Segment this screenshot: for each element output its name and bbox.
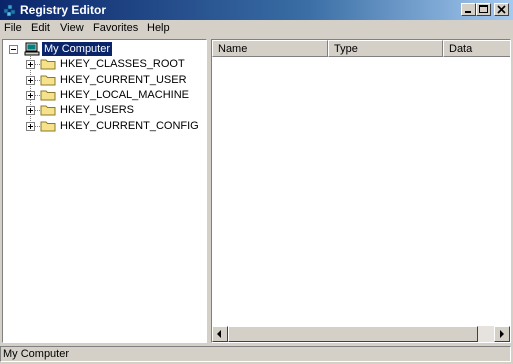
plus-expander-icon[interactable] xyxy=(26,91,35,100)
arrow-left-icon xyxy=(217,330,221,338)
menu-edit[interactable]: Edit xyxy=(31,22,50,34)
title-bar[interactable]: Registry Editor xyxy=(0,0,513,20)
column-header-name[interactable]: Name xyxy=(212,40,328,57)
folder-icon xyxy=(40,89,56,101)
menu-file[interactable]: File xyxy=(4,22,22,34)
tree-key-label: HKEY_CURRENT_USER xyxy=(60,74,187,86)
tree-item-hkey-current-user[interactable]: HKEY_CURRENT_USER xyxy=(3,73,203,87)
key-tree-pane[interactable]: My Computer HKEY_CLASSES_ROOT HKEY_CURRE… xyxy=(2,39,207,343)
tree-item-hkey-current-config[interactable]: HKEY_CURRENT_CONFIG xyxy=(3,119,203,133)
my-computer-icon xyxy=(24,42,40,56)
tree-key-label: HKEY_CLASSES_ROOT xyxy=(60,58,185,70)
close-button[interactable] xyxy=(494,3,509,16)
tree-item-hkey-classes-root[interactable]: HKEY_CLASSES_ROOT xyxy=(3,57,203,71)
values-list-pane[interactable]: Name Type Data xyxy=(211,39,511,343)
column-header-type[interactable]: Type xyxy=(328,40,443,57)
registry-editor-window: Registry Editor File Edit View Favorites… xyxy=(0,0,513,364)
folder-icon xyxy=(40,104,56,116)
registry-editor-icon xyxy=(3,3,17,17)
minus-expander-icon[interactable] xyxy=(9,45,18,54)
tree-root-label: My Computer xyxy=(40,41,114,57)
scroll-left-button[interactable] xyxy=(212,326,228,342)
status-bar: My Computer xyxy=(0,344,513,364)
tree-item-hkey-users[interactable]: HKEY_USERS xyxy=(3,103,203,117)
tree-key-label: HKEY_USERS xyxy=(60,104,134,116)
folder-icon xyxy=(40,74,56,86)
folder-icon xyxy=(40,120,56,132)
arrow-right-icon xyxy=(500,330,504,338)
menu-bar: File Edit View Favorites Help xyxy=(0,20,513,39)
plus-expander-icon[interactable] xyxy=(26,76,35,85)
tree-key-label: HKEY_LOCAL_MACHINE xyxy=(60,89,189,101)
menu-favorites[interactable]: Favorites xyxy=(93,22,138,34)
window-title: Registry Editor xyxy=(20,3,107,17)
scrollbar-thumb[interactable] xyxy=(228,326,478,342)
plus-expander-icon[interactable] xyxy=(26,60,35,69)
menu-view[interactable]: View xyxy=(60,22,84,34)
plus-expander-icon[interactable] xyxy=(26,106,35,115)
status-text: My Computer xyxy=(0,346,511,362)
maximize-button[interactable] xyxy=(476,3,491,16)
tree-key-label: HKEY_CURRENT_CONFIG xyxy=(60,120,199,132)
scroll-right-button[interactable] xyxy=(494,326,510,342)
tree-item-my-computer[interactable]: My Computer xyxy=(3,41,203,57)
horizontal-scrollbar[interactable] xyxy=(212,326,510,342)
menu-help[interactable]: Help xyxy=(147,22,170,34)
folder-icon xyxy=(40,58,56,70)
minimize-button[interactable] xyxy=(461,3,476,16)
plus-expander-icon[interactable] xyxy=(26,122,35,131)
tree-item-hkey-local-machine[interactable]: HKEY_LOCAL_MACHINE xyxy=(3,88,203,102)
column-header-data[interactable]: Data xyxy=(443,40,510,57)
